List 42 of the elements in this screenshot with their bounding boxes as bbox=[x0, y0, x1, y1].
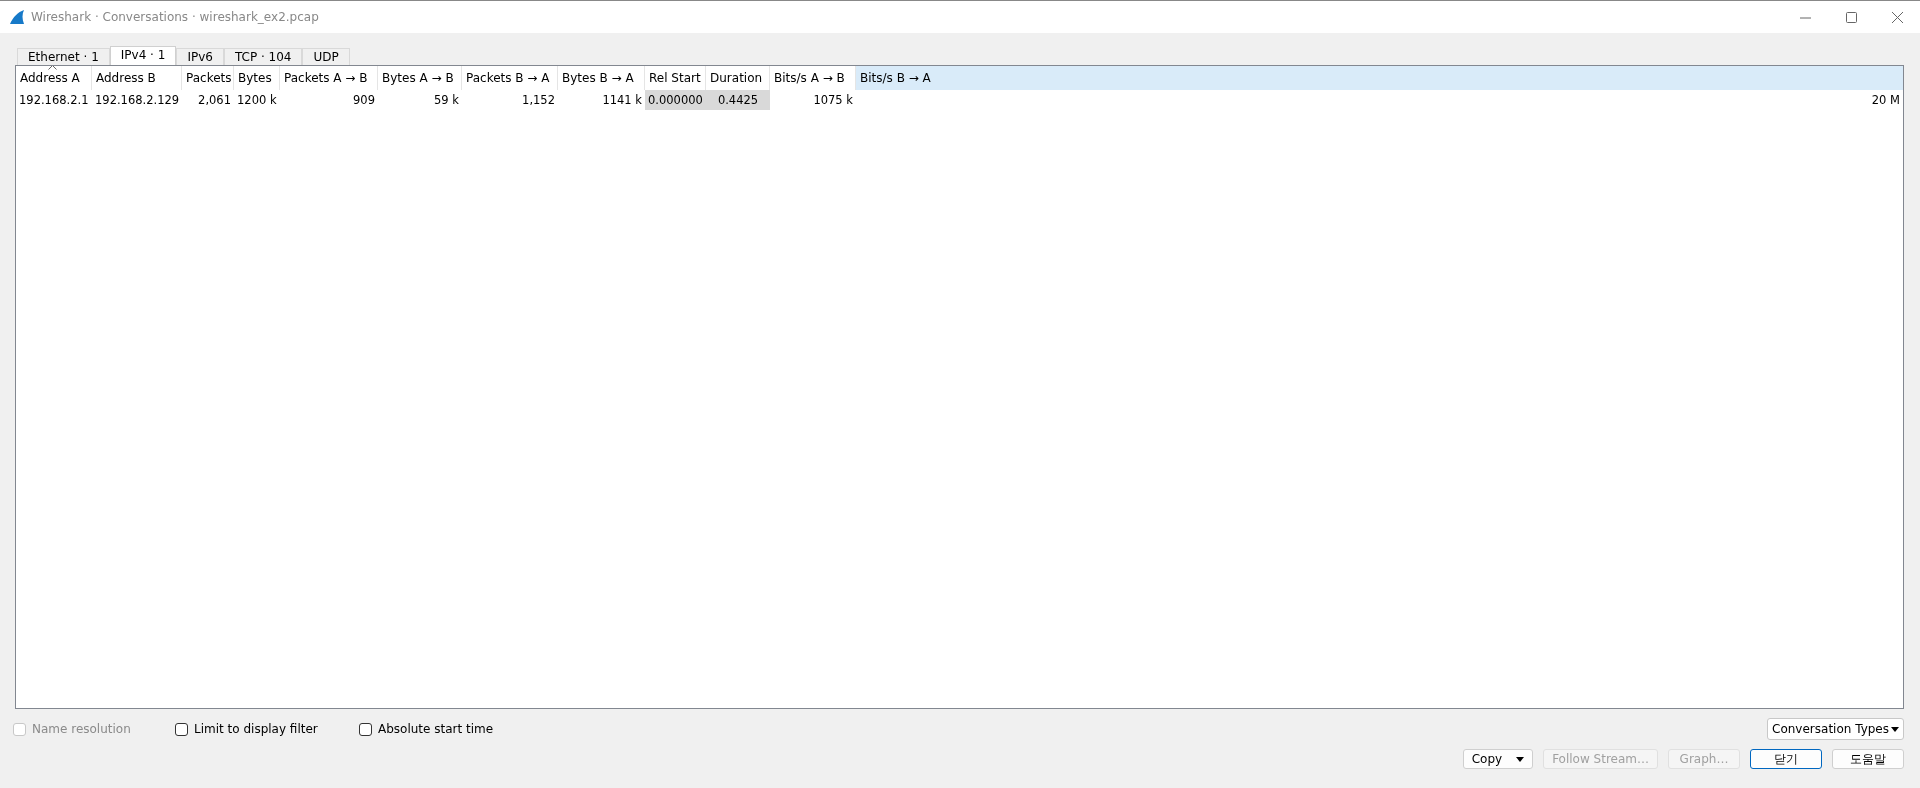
tab[interactable]: IPv6 bbox=[176, 48, 224, 65]
dialog-button[interactable]: Copy bbox=[1462, 749, 1534, 769]
table-cell: 0.000000 bbox=[645, 90, 706, 110]
column-header[interactable]: Bytes B → A bbox=[558, 66, 645, 90]
tab[interactable]: TCP · 104 bbox=[223, 48, 303, 65]
table-cell-text: 59 k bbox=[433, 92, 460, 109]
tab[interactable]: UDP bbox=[302, 48, 350, 65]
column-header[interactable]: Bits/s B → A bbox=[856, 66, 1903, 90]
app-logo-icon bbox=[9, 9, 25, 25]
table-cell-text: 20 M bbox=[1870, 92, 1901, 109]
tab[interactable]: IPv4 · 1 bbox=[109, 46, 177, 65]
window-title: Wireshark · Conversations · wireshark_ex2.pcap bbox=[31, 10, 320, 24]
sort-caret-icon bbox=[48, 66, 57, 70]
column-header[interactable]: Bytes bbox=[234, 66, 280, 90]
dialog-button[interactable]: 닫기 bbox=[1750, 749, 1822, 769]
conversation-types-dropdown[interactable]: Conversation Types bbox=[1767, 718, 1904, 740]
checkbox-label: Name resolution bbox=[32, 722, 131, 736]
checkbox-label: Absolute start time bbox=[378, 722, 494, 736]
table-cell-text: 1075 k bbox=[812, 92, 854, 109]
checkbox-label: Limit to display filter bbox=[194, 722, 318, 736]
tab[interactable]: Ethernet · 1 bbox=[17, 48, 110, 65]
table-cell-text: 1,152 bbox=[521, 92, 556, 109]
column-header[interactable]: Packets A → B bbox=[280, 66, 378, 90]
column-header[interactable]: Packets bbox=[182, 66, 234, 90]
table-cell: 0.4425 bbox=[706, 90, 770, 110]
table-cell-text: 909 bbox=[352, 92, 376, 109]
column-header[interactable]: Address A bbox=[16, 66, 92, 90]
caret-icon bbox=[1891, 726, 1899, 732]
checkbox[interactable] bbox=[175, 722, 188, 736]
table-cell-text: 2,061 bbox=[197, 92, 232, 109]
table-cell-text: 1141 k bbox=[601, 92, 643, 109]
caret-icon bbox=[1516, 756, 1525, 762]
dialog-button[interactable]: 도움말 bbox=[1832, 749, 1904, 769]
table-cell-text: 1200 k bbox=[236, 92, 278, 109]
maximize-icon[interactable] bbox=[1845, 11, 1857, 23]
column-header[interactable]: Bytes A → B bbox=[378, 66, 462, 90]
checkbox[interactable] bbox=[359, 722, 372, 736]
column-header[interactable]: Packets B → A bbox=[462, 66, 558, 90]
table-cell-text: 192.168.2.1 bbox=[18, 92, 90, 109]
column-header[interactable]: Address B bbox=[92, 66, 182, 90]
close-icon[interactable] bbox=[1891, 11, 1903, 23]
table-cell-text: 192.168.2.129 bbox=[94, 92, 181, 109]
